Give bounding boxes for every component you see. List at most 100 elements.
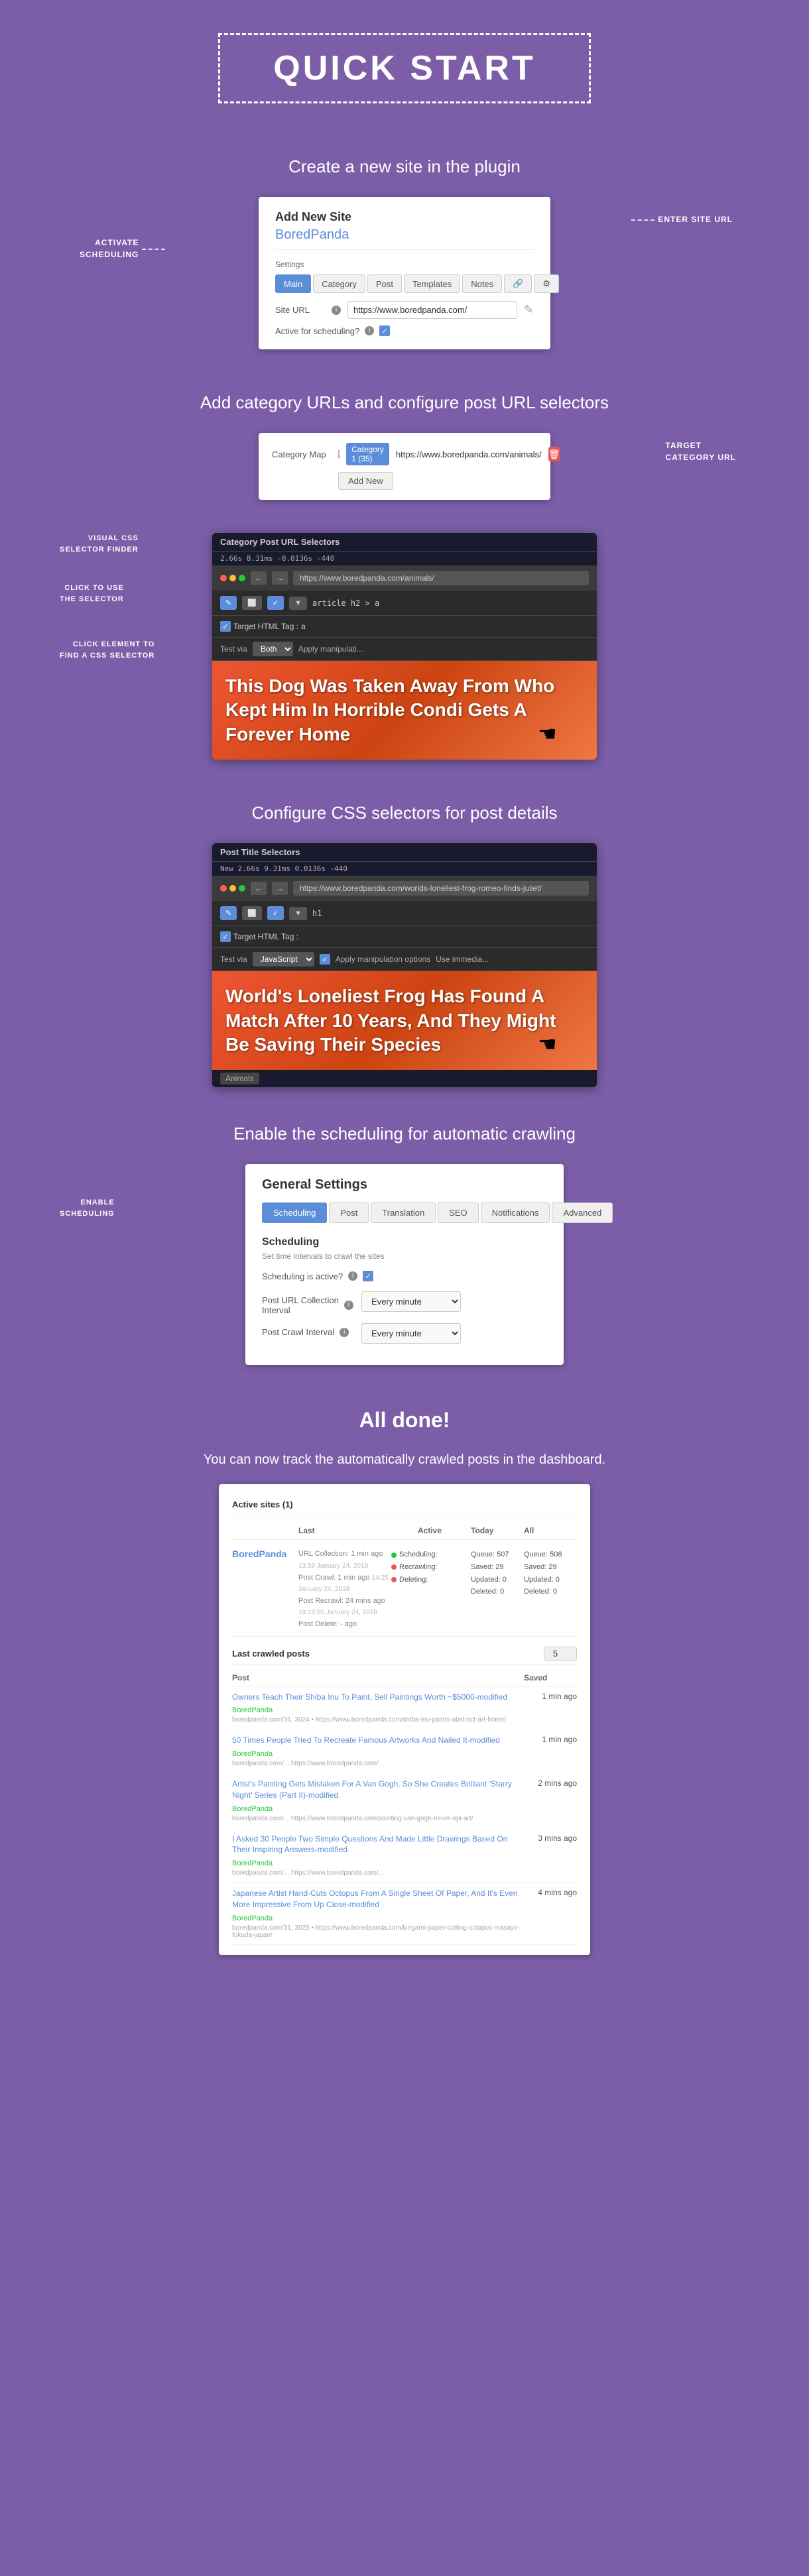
tab-templates[interactable]: Templates <box>404 274 460 293</box>
browser-mockup-1: Category Post URL Selectors 2.66s 8.31ms… <box>212 533 597 760</box>
post-crawl-interval-row: Post Crawl Interval i Every minute <box>262 1323 547 1344</box>
pencil-btn-2[interactable]: ✎ <box>220 906 237 920</box>
card-title: Add New Site <box>275 210 534 224</box>
post-site-3: BoredPanda <box>232 1859 273 1867</box>
forward-btn-2[interactable]: → <box>272 882 288 895</box>
deleting-dot <box>391 1577 397 1582</box>
subtitle-3: Configure CSS selectors for post details <box>252 803 558 823</box>
active-sites-header: Active sites (1) <box>232 1494 577 1515</box>
post-crawl-interval-select[interactable]: Every minute <box>361 1323 461 1344</box>
target-html-checkbox-2: ✓ Target HTML Tag : <box>220 931 298 942</box>
th-today: Today <box>471 1526 524 1535</box>
tab-advanced[interactable]: Advanced <box>552 1202 613 1223</box>
category-delete-btn[interactable]: 🗑 <box>548 447 560 461</box>
post-url-0: boredpanda.com/31, 3024 • https://www.bo… <box>232 1716 524 1724</box>
post-title-0[interactable]: Owners Teach Their Shiba Inu To Paint, S… <box>232 1692 524 1703</box>
apply-label-1: Apply manipulati... <box>298 644 363 654</box>
site-url-input[interactable] <box>347 301 517 319</box>
quick-start-title: QUICK START <box>218 33 590 103</box>
close-dot-2 <box>220 885 227 892</box>
add-new-button[interactable]: Add New <box>338 472 393 490</box>
enter-site-url-annotation: ENTER SITE URL <box>658 213 733 225</box>
scheduling-description: Set time intervals to crawl the sites <box>262 1252 547 1261</box>
tab-translation[interactable]: Translation <box>371 1202 436 1223</box>
css-selector-section: VISUAL CSSSELECTOR FINDER CLICK TO USETH… <box>0 526 809 793</box>
post-site-0: BoredPanda <box>232 1706 273 1714</box>
tab-scheduling[interactable]: Scheduling <box>262 1202 327 1223</box>
tab-category[interactable]: Category <box>313 274 365 293</box>
tab-notes[interactable]: Notes <box>462 274 502 293</box>
tab-post[interactable]: Post <box>329 1202 369 1223</box>
selector-path-2: h1 <box>312 909 322 918</box>
tab-post[interactable]: Post <box>367 274 402 293</box>
post-cell-4: Japanese Artist Hand-Cuts Octopus From A… <box>232 1888 524 1939</box>
dropdown-btn-2[interactable]: ▼ <box>289 907 307 920</box>
pencil-btn[interactable]: ✎ <box>220 596 237 610</box>
target-checkbox-check-2[interactable]: ✓ <box>220 931 231 942</box>
post-title-2[interactable]: Artist's Painting Gets Mistaken For A Va… <box>232 1779 524 1801</box>
url-bar-1: https://www.boredpanda.com/animals/ <box>293 571 589 585</box>
post-crawl-interval-label: Post Crawl Interval i <box>262 1323 355 1337</box>
test-via-dropdown-2[interactable]: JavaScript <box>253 952 314 966</box>
cursor-hand-1: ☛ <box>538 721 557 746</box>
post-title-4[interactable]: Japanese Artist Hand-Cuts Octopus From A… <box>232 1888 524 1910</box>
browser-mockup-2: Post Title Selectors New 2.66s 9.31ms 0.… <box>212 843 597 1087</box>
today-updated: Updated: 0 <box>471 1574 524 1586</box>
minimize-dot-2 <box>229 885 236 892</box>
back-btn-1[interactable]: ← <box>251 571 267 585</box>
category-badge: Category 1 (35) <box>346 443 389 465</box>
tab-icon1[interactable]: 🔗 <box>504 274 532 293</box>
post-title-1[interactable]: 50 Times People Tried To Recreate Famous… <box>232 1735 524 1746</box>
site-url-info-icon: i <box>332 306 341 315</box>
minimize-dot <box>229 575 236 581</box>
all-deleted: Deleted: 0 <box>524 1586 577 1598</box>
content-text-1: This Dog Was Taken Away From Who Kept Hi… <box>225 674 584 746</box>
scheduling-active-row: Scheduling is active? i ✓ <box>262 1271 547 1281</box>
active-checkbox[interactable]: ✓ <box>379 325 390 336</box>
back-btn-2[interactable]: ← <box>251 882 267 895</box>
check-btn-2[interactable]: ✓ <box>267 906 284 920</box>
category-map-label: Category Map <box>272 449 332 459</box>
recrawling-status: Recrawling: <box>391 1561 471 1574</box>
post-url-4: boredpanda.com/31, 3025 • https://www.bo… <box>232 1924 524 1939</box>
scheduling-content: Scheduling Set time intervals to crawl t… <box>262 1236 547 1344</box>
today-queue: Queue: 507 <box>471 1549 524 1561</box>
selector-path-1: article h2 > a <box>312 599 379 608</box>
post-cell-2: Artist's Painting Gets Mistaken For A Va… <box>232 1779 524 1822</box>
check-btn[interactable]: ✓ <box>267 596 284 610</box>
test-via-dropdown[interactable]: Both <box>253 642 293 656</box>
post-cell-0: Owners Teach Their Shiba Inu To Paint, S… <box>232 1692 524 1724</box>
browser-toolbar-2: ✎ ⬜ ✓ ▼ h1 <box>212 901 597 926</box>
active-scheduling-row: Active for scheduling? i ✓ <box>275 325 534 336</box>
tab-seo[interactable]: SEO <box>438 1202 478 1223</box>
subtitle-1: Create a new site in the plugin <box>288 156 521 177</box>
scheduling-dot <box>391 1552 397 1558</box>
post-site-2: BoredPanda <box>232 1805 273 1813</box>
url-collection-detail: URL Collection: 1 min ago 13:59 January … <box>298 1550 383 1570</box>
copy-btn[interactable]: ⬜ <box>242 596 262 610</box>
scheduling-label: Scheduling: <box>399 1549 438 1561</box>
tab-main[interactable]: Main <box>275 274 311 293</box>
post-url-interval-select[interactable]: Every minute <box>361 1291 461 1312</box>
browser-nav-1: ← → https://www.boredpanda.com/animals/ <box>212 565 597 591</box>
forward-btn-1[interactable]: → <box>272 571 288 585</box>
tab-icon2[interactable]: ⚙ <box>534 274 559 293</box>
crawled-count-input[interactable] <box>544 1647 577 1661</box>
subtitle-2: Add category URLs and configure post URL… <box>200 392 609 413</box>
tab-notifications[interactable]: Notifications <box>481 1202 550 1223</box>
add-new-site-card: Add New Site BoredPanda Settings Main Ca… <box>259 197 550 349</box>
content-text-2: World's Loneliest Frog Has Found A Match… <box>225 984 584 1057</box>
post-title-3[interactable]: I Asked 30 People Two Simple Questions A… <box>232 1834 524 1856</box>
site-url-row: Site URL i ✎ <box>275 301 534 319</box>
all-queue: Queue: 508 <box>524 1549 577 1561</box>
dropdown-btn[interactable]: ▼ <box>289 597 307 610</box>
site-url-label: Site URL <box>275 305 325 315</box>
close-dot <box>220 575 227 581</box>
th-last: Last <box>298 1526 418 1535</box>
test-via-checkbox-2[interactable]: ✓ <box>320 954 330 965</box>
scheduling-active-checkbox[interactable]: ✓ <box>363 1271 373 1281</box>
today-deleted: Deleted: 0 <box>471 1586 524 1598</box>
copy-btn-2[interactable]: ⬜ <box>242 906 262 920</box>
post-url-interval-row: Post URL CollectionInterval i Every minu… <box>262 1291 547 1315</box>
target-checkbox-check[interactable]: ✓ <box>220 621 231 632</box>
